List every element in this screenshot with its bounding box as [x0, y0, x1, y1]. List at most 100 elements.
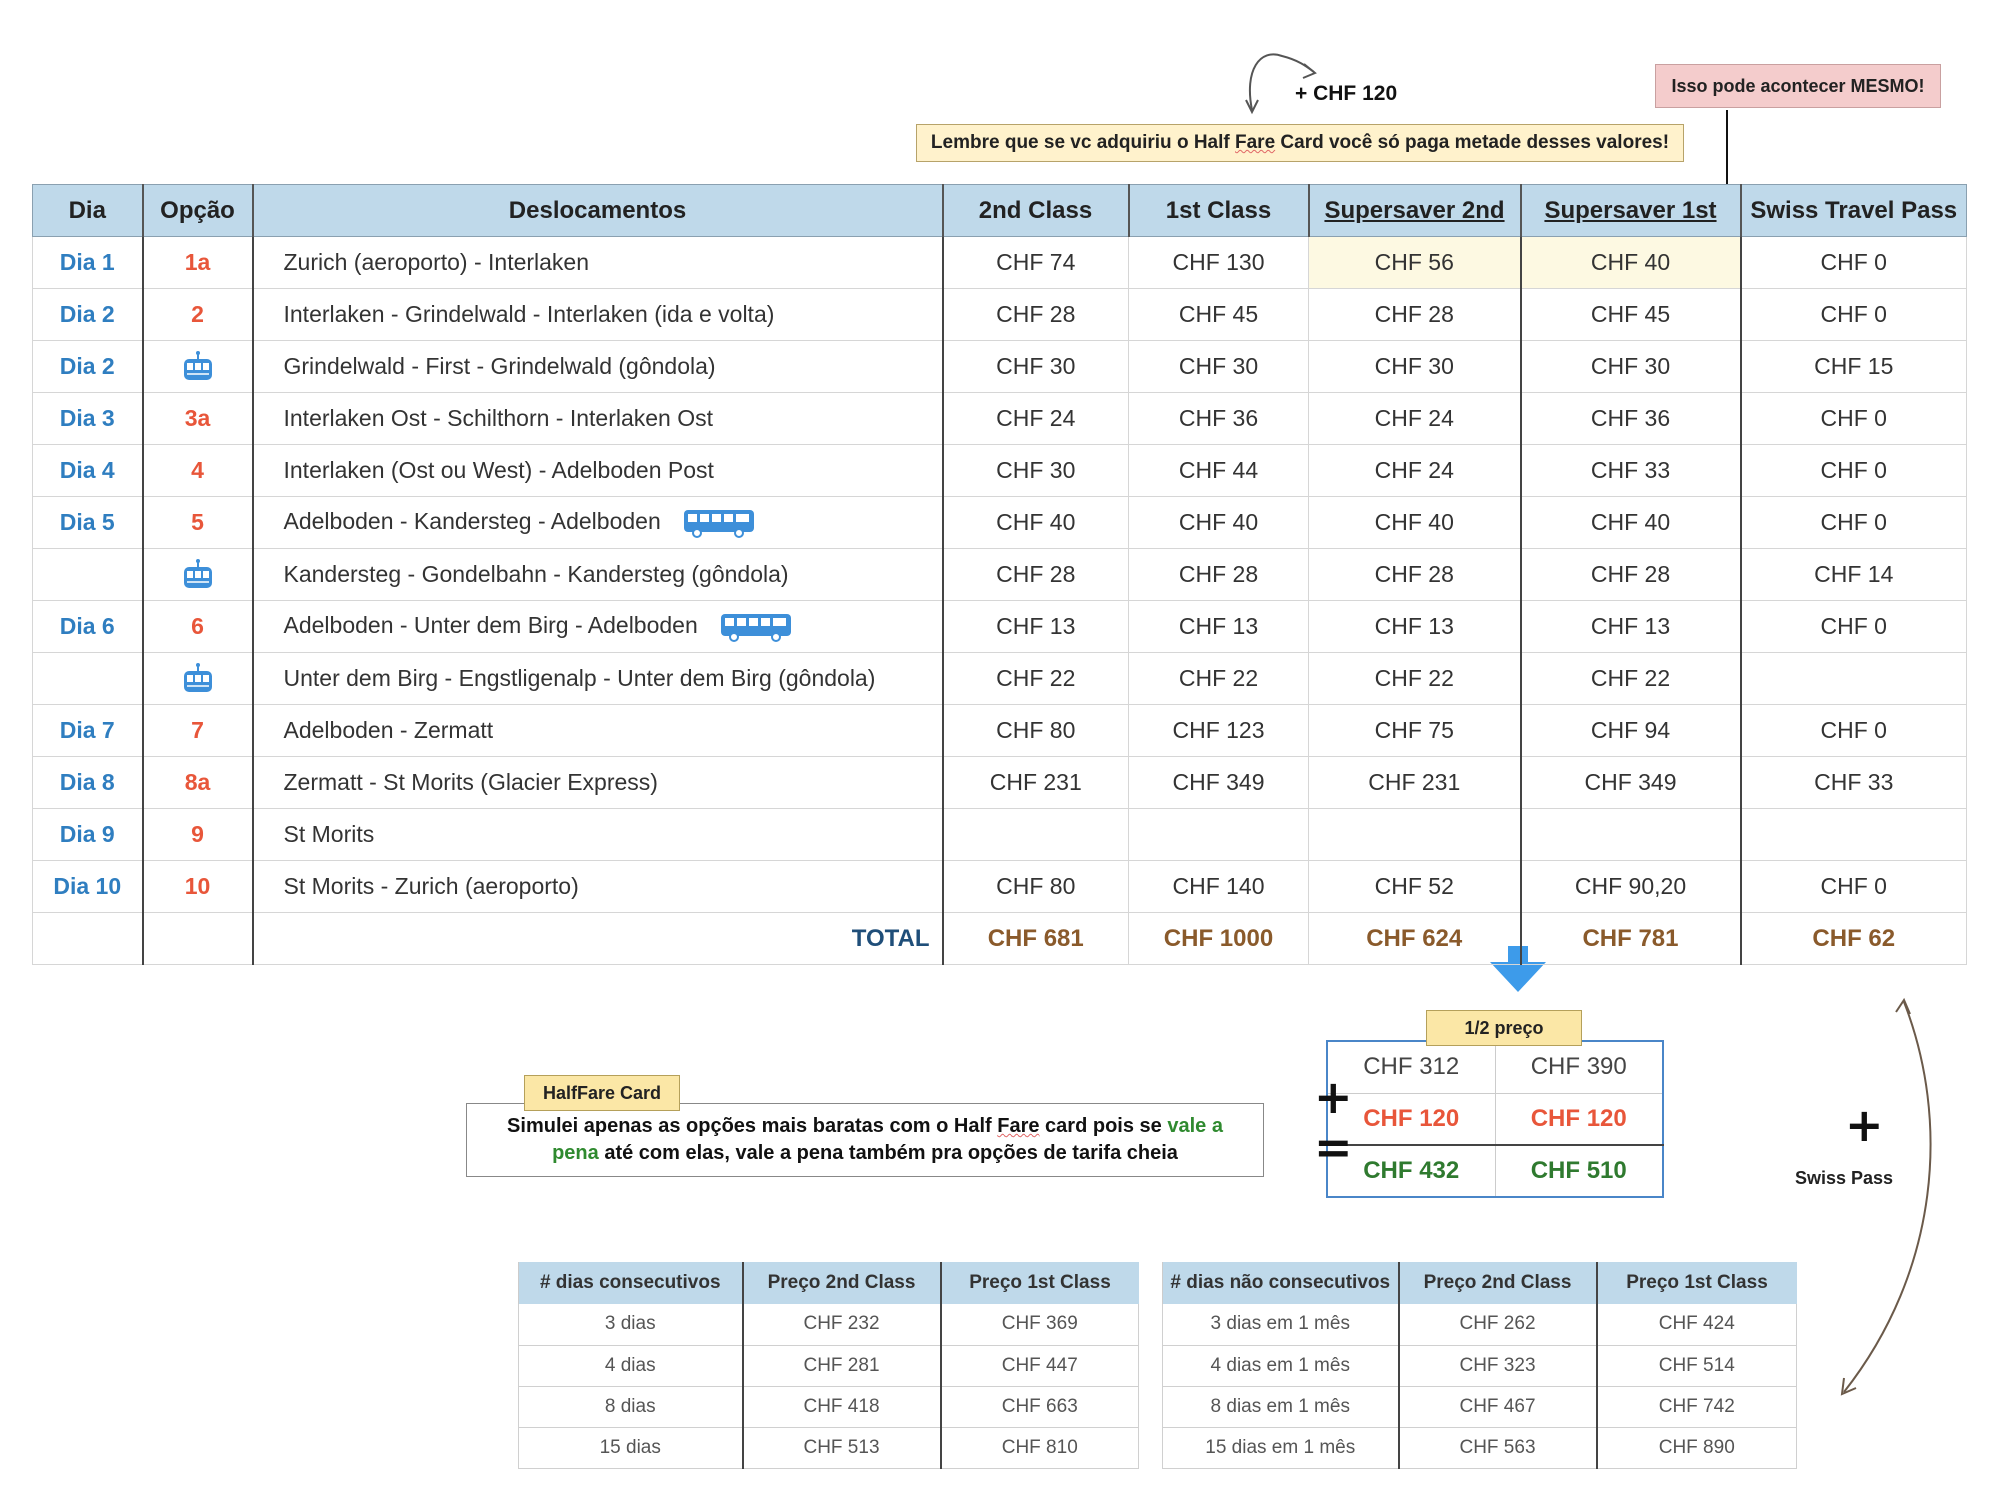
cell-1st-class: CHF 30 [1128, 340, 1309, 393]
cell-deslocamento: St Morits [251, 808, 943, 861]
cell-days: 4 dias [518, 1345, 743, 1387]
table-row: Kandersteg - Gondelbahn - Kandersteg (gô… [32, 548, 1967, 601]
cell-supersaver-1st: CHF 40 [1519, 236, 1741, 289]
table-row: 8 dias em 1 mês CHF 467 CHF 742 [1162, 1386, 1797, 1428]
cell-2nd-class: CHF 231 [941, 756, 1129, 809]
cell-opcao [141, 652, 253, 705]
header-1st-class: 1st Class [1127, 184, 1309, 237]
cell-1st-class: CHF 130 [1128, 236, 1309, 289]
cell-1st-class: CHF 40 [1128, 496, 1309, 549]
cell-opcao: 3a [141, 392, 253, 445]
header-2nd-class: 2nd Class [941, 184, 1129, 237]
cell-swiss-travel-pass: CHF 14 [1739, 548, 1967, 601]
header-dia: Dia [32, 184, 143, 237]
cell-opcao: 1a [141, 236, 253, 289]
cell-days: 3 dias em 1 mês [1162, 1304, 1399, 1346]
cell-1st-class: CHF 13 [1128, 600, 1309, 653]
cell-1st-class: CHF 36 [1128, 392, 1309, 445]
cell-deslocamento: Interlaken - Grindelwald - Interlaken (i… [251, 288, 943, 341]
cell-dia: Dia 9 [32, 808, 143, 861]
cell-1st-class: CHF 123 [1128, 704, 1309, 757]
plus-chf-note: + CHF 120 [1295, 82, 1398, 105]
cell-supersaver-2nd: CHF 30 [1308, 340, 1521, 393]
total-1st-class: CHF 1000 [1128, 912, 1309, 965]
cell-dia: Dia 10 [32, 860, 143, 913]
cell-dia: Dia 2 [32, 340, 143, 393]
cell-2nd-class [941, 808, 1129, 861]
cell-supersaver-2nd: CHF 56 [1308, 236, 1521, 289]
cell-swiss-travel-pass: CHF 15 [1739, 340, 1967, 393]
cell-days: 15 dias [518, 1427, 743, 1469]
cell-price-1st: CHF 424 [1595, 1304, 1797, 1346]
cell-swiss-travel-pass: CHF 0 [1739, 496, 1967, 549]
cell-price-2nd: CHF 513 [741, 1427, 941, 1469]
cell-dia: Dia 2 [32, 288, 143, 341]
cell-empty [141, 912, 253, 965]
cell-days: 3 dias [518, 1304, 743, 1346]
cell-1st-class [1128, 808, 1309, 861]
table-row: Dia 5 5 Adelboden - Kandersteg - Adelboden… [32, 496, 1967, 549]
equals-sign: = [1314, 1120, 1353, 1174]
cell-dia: Dia 7 [32, 704, 143, 757]
cell-supersaver-2nd [1308, 808, 1521, 861]
table-row: Dia 8 8a Zermatt - St Morits (Glacier Expr… [32, 756, 1967, 809]
cell-price-1st: CHF 890 [1595, 1427, 1797, 1469]
main-table: Dia Opção Deslocamentos 2nd Class 1st Cl… [32, 184, 1967, 965]
cell-swiss-travel-pass: CHF 33 [1739, 756, 1967, 809]
half-price-1st: CHF 390 [1494, 1040, 1664, 1094]
cell-price-2nd: CHF 281 [741, 1345, 941, 1387]
halffare-tag: HalfFare Card [524, 1075, 680, 1111]
header-price-2nd: Preço 2nd Class [1397, 1262, 1597, 1304]
header-swiss-travel-pass: Swiss Travel Pass [1739, 184, 1967, 237]
cell-days: 4 dias em 1 mês [1162, 1345, 1399, 1387]
gondola-icon [183, 662, 212, 692]
cell-2nd-class: CHF 24 [941, 392, 1129, 445]
table-row: Dia 1 1a Zurich (aeroporto) - Interlaken CH… [32, 236, 1967, 289]
header-price-2nd: Preço 2nd Class [741, 1262, 941, 1304]
table-row: Dia 6 6 Adelboden - Unter dem Birg - Adelb… [32, 600, 1967, 653]
cell-price-1st: CHF 663 [939, 1386, 1139, 1428]
cell-supersaver-1st: CHF 36 [1519, 392, 1741, 445]
table-row: Dia 2 Grindelwald - First - Grindelwald (… [32, 340, 1967, 393]
cell-supersaver-2nd: CHF 52 [1308, 860, 1521, 913]
cell-price-1st: CHF 447 [939, 1345, 1139, 1387]
table-row: CHF 312 CHF 390 [1326, 1040, 1664, 1094]
cell-deslocamento: Zurich (aeroporto) - Interlaken [251, 236, 943, 289]
cell-deslocamento: Unter dem Birg - Engstligenalp - Unter d… [251, 652, 943, 705]
cell-price-1st: CHF 514 [1595, 1345, 1797, 1387]
table-row: Dia 9 9 St Morits [32, 808, 1967, 861]
cell-price-2nd: CHF 563 [1397, 1427, 1597, 1469]
cell-2nd-class: CHF 74 [941, 236, 1129, 289]
table-row: Dia 7 7 Adelboden - Zermatt CHF 80 CHF 123 CH… [32, 704, 1967, 757]
cell-2nd-class: CHF 30 [941, 444, 1129, 497]
cell-supersaver-1st: CHF 45 [1519, 288, 1741, 341]
cell-supersaver-2nd: CHF 28 [1308, 548, 1521, 601]
cell-deslocamento: St Morits - Zurich (aeroporto) [251, 860, 943, 913]
swiss-pass-plus: + [1845, 1098, 1884, 1152]
cell-supersaver-2nd: CHF 75 [1308, 704, 1521, 757]
cell-deslocamento: Adelboden - Kandersteg - Adelboden [251, 496, 943, 549]
cell-supersaver-2nd: CHF 24 [1308, 392, 1521, 445]
cell-price-2nd: CHF 262 [1397, 1304, 1597, 1346]
gondola-icon [183, 350, 212, 380]
cell-dia: Dia 6 [32, 600, 143, 653]
cell-1st-class: CHF 349 [1128, 756, 1309, 809]
cell-supersaver-1st [1519, 808, 1741, 861]
cell-opcao: 8a [141, 756, 253, 809]
table-row: 4 dias em 1 mês CHF 323 CHF 514 [1162, 1345, 1797, 1387]
bus-icon [683, 509, 754, 538]
cell-2nd-class: CHF 22 [941, 652, 1129, 705]
cell-supersaver-1st: CHF 30 [1519, 340, 1741, 393]
total-2nd-class: CHF 681 [941, 912, 1129, 965]
total-swiss-travel-pass: CHF 62 [1739, 912, 1967, 965]
cell-opcao: 7 [141, 704, 253, 757]
halffare-note: Simulei apenas as opções mais baratas co… [466, 1103, 1264, 1177]
cell-deslocamento: Interlaken Ost - Schilthorn - Interlaken… [251, 392, 943, 445]
cell-2nd-class: CHF 13 [941, 600, 1129, 653]
cell-1st-class: CHF 44 [1128, 444, 1309, 497]
cell-dia [32, 548, 143, 601]
cell-supersaver-2nd: CHF 28 [1308, 288, 1521, 341]
header-row: # dias não consecutivos Preço 2nd Class … [1162, 1262, 1797, 1304]
header-opcao: Opção [141, 184, 253, 237]
header-supersaver-1st: Supersaver 1st [1519, 184, 1741, 237]
